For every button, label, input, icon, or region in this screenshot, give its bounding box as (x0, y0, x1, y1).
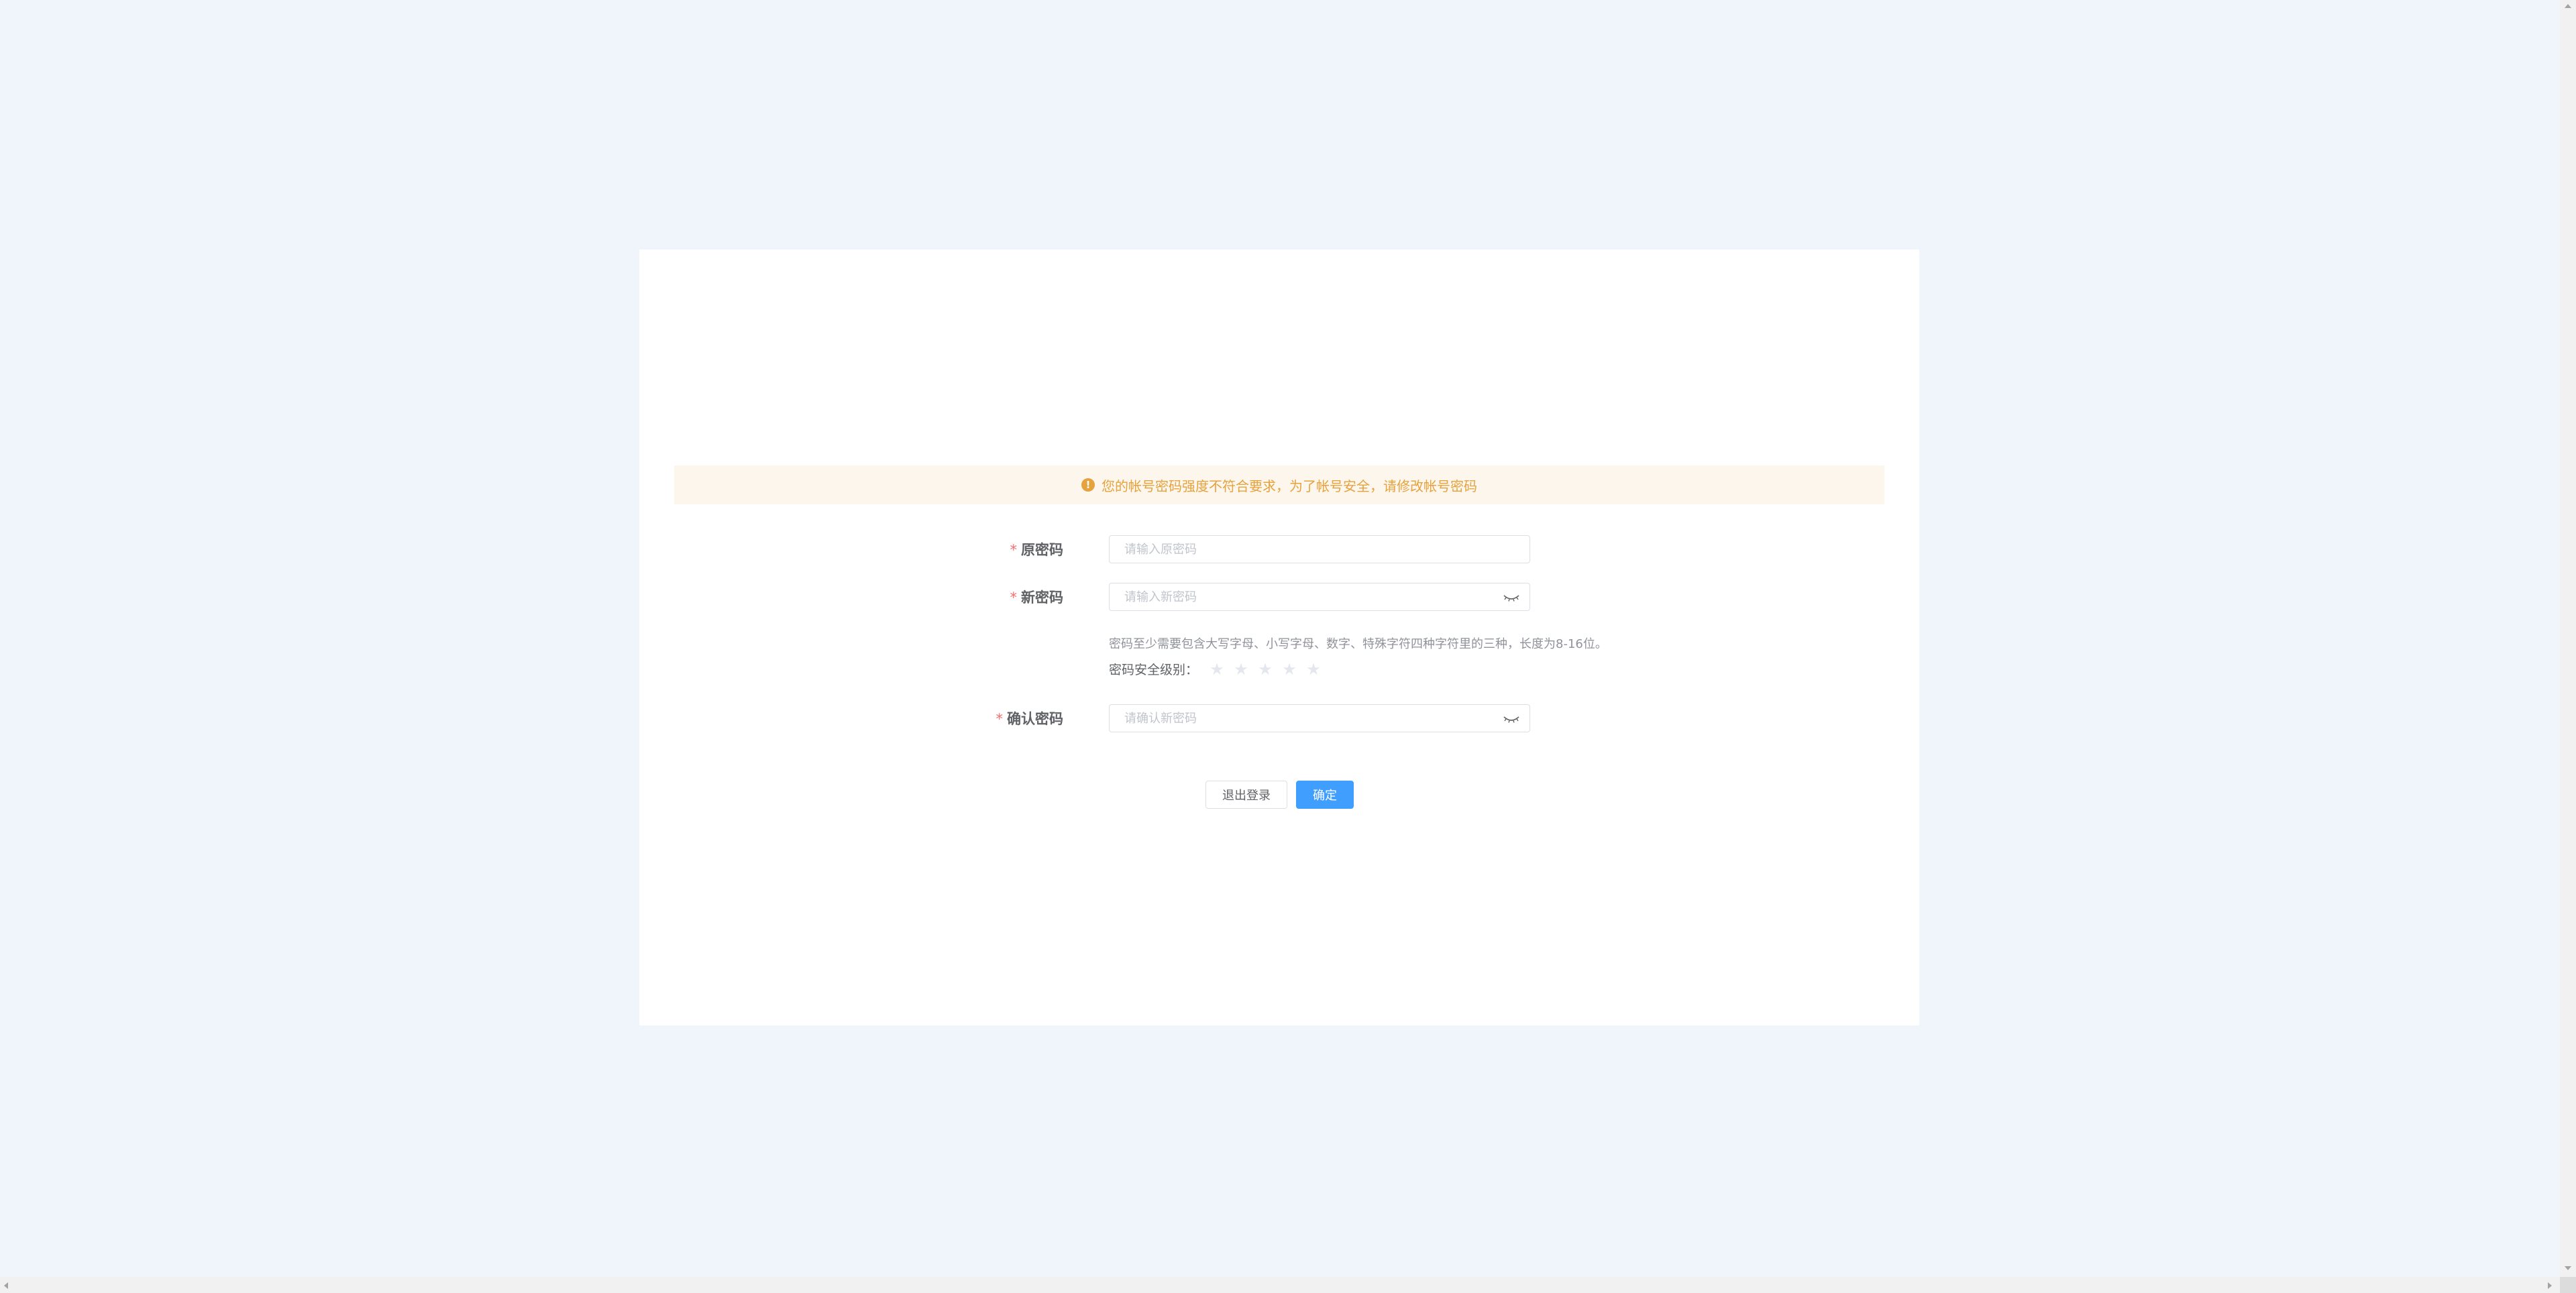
star-icon: ★ (1234, 659, 1248, 679)
old-password-input[interactable] (1110, 536, 1500, 563)
strength-stars: ★ ★ ★ ★ ★ (1205, 661, 1326, 677)
vertical-scrollbar[interactable] (2560, 0, 2576, 1277)
old-password-label: * 原密码 (1010, 535, 1064, 565)
warning-circle-icon: ! (1081, 478, 1095, 492)
password-strength: 密码安全级别： ★ ★ ★ ★ ★ (1109, 660, 1326, 678)
new-password-label-text: 新密码 (1021, 589, 1063, 606)
star-icon: ★ (1210, 659, 1224, 679)
new-password-row: * 新密码 (639, 583, 1919, 612)
confirm-password-label: * 确认密码 (996, 704, 1064, 734)
required-mark: * (1010, 542, 1018, 558)
eye-closed-icon[interactable] (1503, 713, 1520, 725)
page: ! 您的帐号密码强度不符合要求，为了帐号安全，请修改帐号密码 * 原密码 * 新密码 (0, 0, 2576, 1293)
new-password-field[interactable] (1109, 583, 1530, 611)
old-password-field[interactable] (1109, 535, 1530, 563)
confirm-password-field[interactable] (1109, 704, 1530, 732)
star-icon: ★ (1258, 659, 1273, 679)
old-password-label-text: 原密码 (1021, 542, 1063, 558)
change-password-card: ! 您的帐号密码强度不符合要求，为了帐号安全，请修改帐号密码 * 原密码 * 新密码 (639, 249, 1919, 1025)
star-icon: ★ (1282, 659, 1297, 679)
scroll-left-arrow-icon[interactable] (4, 1282, 8, 1289)
eye-closed-icon[interactable] (1503, 592, 1520, 604)
confirm-password-row: * 确认密码 (639, 704, 1919, 734)
password-strength-label: 密码安全级别： (1109, 663, 1199, 677)
star-icon: ★ (1306, 659, 1321, 679)
confirm-password-input[interactable] (1110, 705, 1500, 732)
password-warning-alert: ! 您的帐号密码强度不符合要求，为了帐号安全，请修改帐号密码 (674, 465, 1884, 504)
password-rule-hint: 密码至少需要包含大写字母、小写字母、数字、特殊字符四种字符里的三种，长度为8-1… (1109, 637, 1607, 651)
logout-button[interactable]: 退出登录 (1205, 781, 1287, 809)
required-mark: * (996, 711, 1004, 727)
confirm-button[interactable]: 确定 (1296, 781, 1354, 809)
horizontal-scrollbar[interactable] (0, 1277, 2576, 1293)
scroll-down-arrow-icon[interactable] (2565, 1266, 2571, 1270)
confirm-password-label-text: 确认密码 (1007, 711, 1063, 727)
scroll-up-arrow-icon[interactable] (2565, 4, 2571, 8)
old-password-row: * 原密码 (639, 535, 1919, 565)
new-password-label: * 新密码 (1010, 583, 1064, 612)
scroll-right-arrow-icon[interactable] (2548, 1282, 2552, 1289)
new-password-input[interactable] (1110, 583, 1500, 610)
required-mark: * (1010, 589, 1018, 606)
alert-message: 您的帐号密码强度不符合要求，为了帐号安全，请修改帐号密码 (1102, 477, 1477, 494)
scrollbar-corner (2560, 1277, 2576, 1293)
